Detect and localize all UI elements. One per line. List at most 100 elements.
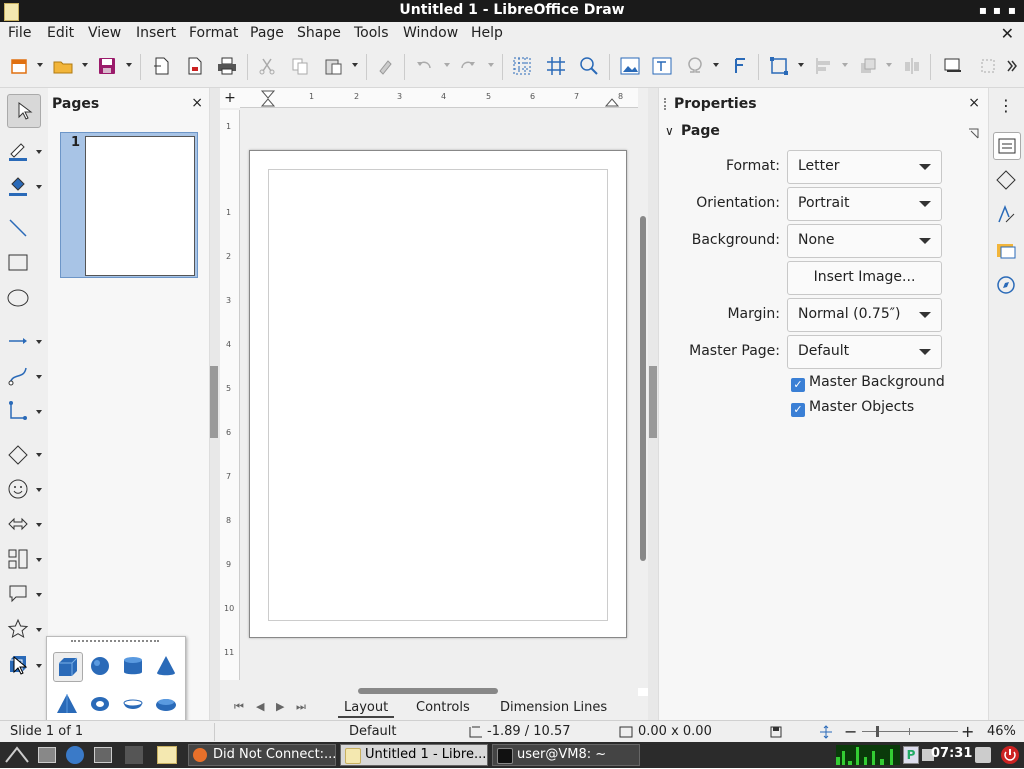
helplines-icon[interactable] <box>545 55 567 77</box>
last-tab-icon[interactable]: ⏭ <box>296 700 306 714</box>
insert-image-icon[interactable] <box>619 55 641 77</box>
prev-tab-icon[interactable]: ◀ <box>256 700 264 713</box>
zoom-slider-handle[interactable] <box>876 726 879 737</box>
horizontal-ruler[interactable]: 1 2 3 4 5 6 7 8 <box>240 88 638 108</box>
tab-dimension-lines[interactable]: Dimension Lines <box>500 700 607 715</box>
vertical-scrollbar[interactable] <box>638 88 648 688</box>
menu-window[interactable]: Window <box>403 25 458 41</box>
line-color-icon[interactable] <box>5 138 31 164</box>
torus-icon[interactable] <box>86 690 114 718</box>
zoom-in-icon[interactable]: + <box>961 722 974 741</box>
file-manager-icon[interactable] <box>38 747 56 763</box>
power-icon[interactable] <box>1001 746 1019 764</box>
margin-dropdown[interactable]: Normal (0.75″) <box>787 298 942 332</box>
crop-icon[interactable] <box>977 55 999 77</box>
connector-tool-icon[interactable] <box>5 398 31 424</box>
grid-icon[interactable] <box>511 55 533 77</box>
properties-close-icon[interactable]: × <box>968 95 980 111</box>
show-desktop-icon[interactable] <box>94 747 112 763</box>
package-updater-icon[interactable]: P <box>903 746 919 764</box>
menu-format[interactable]: Format <box>189 25 238 41</box>
master-background-checkbox[interactable]: ✓ Master Background <box>791 374 945 392</box>
export-pdf-icon[interactable] <box>183 55 205 77</box>
save-icon[interactable] <box>96 55 118 77</box>
drawing-page[interactable] <box>249 150 627 638</box>
zoom-out-icon[interactable]: − <box>844 722 857 741</box>
close-window-button[interactable]: ▪ <box>1004 1 1020 19</box>
right-panel-splitter[interactable] <box>648 88 658 720</box>
section-collapse-icon[interactable]: ∨ <box>665 124 674 138</box>
properties-grip[interactable] <box>664 98 668 110</box>
redo-icon[interactable] <box>457 55 479 77</box>
line-tool-icon[interactable] <box>5 215 31 241</box>
close-document-icon[interactable]: ✕ <box>1001 24 1014 43</box>
menu-view[interactable]: View <box>88 25 121 41</box>
vertical-scroll-thumb[interactable] <box>640 216 646 561</box>
sidebar-menu-icon[interactable]: ⋮ <box>993 92 1019 118</box>
properties-deck-icon[interactable] <box>993 132 1021 160</box>
left-splitter-handle[interactable] <box>210 366 218 438</box>
clone-formatting-icon[interactable] <box>374 55 396 77</box>
master-slide-name[interactable]: Default <box>349 724 397 739</box>
start-menu-icon[interactable] <box>4 746 30 764</box>
shell-icon[interactable] <box>119 690 147 718</box>
cone-icon[interactable] <box>152 652 180 680</box>
more-toolbar-icon[interactable] <box>1004 55 1020 77</box>
block-arrows-icon[interactable] <box>5 511 31 537</box>
new-document-icon[interactable] <box>8 55 30 77</box>
zoom-pan-icon[interactable] <box>578 55 600 77</box>
cube-icon[interactable] <box>53 652 83 682</box>
special-character-icon[interactable] <box>684 55 706 77</box>
document-modified-icon[interactable] <box>770 726 782 738</box>
next-tab-icon[interactable]: ▶ <box>276 700 284 713</box>
transformations-icon[interactable] <box>768 55 790 77</box>
browser-launcher-icon[interactable] <box>66 746 84 764</box>
terminal-launcher-icon[interactable] <box>125 746 143 764</box>
fit-page-icon[interactable] <box>819 725 833 739</box>
more-options-icon[interactable] <box>968 128 980 140</box>
taskbar-item-draw[interactable]: Untitled 1 - Libre... <box>340 744 488 766</box>
volume-icon[interactable] <box>975 747 991 763</box>
shapes-deck-icon[interactable] <box>993 167 1019 193</box>
page-section-title[interactable]: Page <box>681 123 720 139</box>
ruler-origin-icon[interactable]: + <box>220 88 240 108</box>
callout-shapes-icon[interactable] <box>5 581 31 607</box>
format-dropdown[interactable]: Letter <box>787 150 942 184</box>
navigator-deck-icon[interactable] <box>993 272 1019 298</box>
insert-textbox-icon[interactable] <box>651 55 673 77</box>
export-icon[interactable] <box>150 55 172 77</box>
cut-icon[interactable] <box>256 55 278 77</box>
page-thumbnail[interactable]: 1 <box>60 132 198 278</box>
tab-layout[interactable]: Layout <box>338 700 395 718</box>
horizontal-scrollbar[interactable] <box>220 686 638 696</box>
styles-deck-icon[interactable] <box>993 202 1019 228</box>
shadow-icon[interactable] <box>942 55 964 77</box>
rectangle-tool-icon[interactable] <box>5 250 31 276</box>
stars-icon[interactable] <box>5 616 31 642</box>
vertical-ruler[interactable]: 1 1 2 3 4 5 6 7 8 9 10 11 <box>220 110 240 680</box>
ellipse-tool-icon[interactable] <box>5 285 31 311</box>
menu-shape[interactable]: Shape <box>297 25 341 41</box>
basic-shapes-icon[interactable] <box>5 442 31 468</box>
half-sphere-icon[interactable] <box>152 690 180 718</box>
flowchart-icon[interactable] <box>5 546 31 572</box>
cylinder-icon[interactable] <box>119 652 147 680</box>
distribute-icon[interactable] <box>901 55 923 77</box>
tab-controls[interactable]: Controls <box>416 700 470 715</box>
master-objects-checkbox[interactable]: ✓ Master Objects <box>791 399 914 417</box>
menu-insert[interactable]: Insert <box>136 25 176 41</box>
maximize-button[interactable]: ▪ <box>989 1 1005 19</box>
menu-help[interactable]: Help <box>471 25 503 41</box>
orientation-dropdown[interactable]: Portrait <box>787 187 942 221</box>
first-tab-icon[interactable]: ⏮ <box>234 700 244 714</box>
right-splitter-handle[interactable] <box>649 366 657 438</box>
copy-icon[interactable] <box>289 55 311 77</box>
fontwork-icon[interactable] <box>729 55 751 77</box>
taskbar-item-terminal[interactable]: user@VM8: ~ <box>492 744 640 766</box>
clock[interactable]: 07:31 <box>931 746 972 761</box>
fill-color-icon[interactable] <box>5 173 31 199</box>
symbol-shapes-icon[interactable] <box>5 476 31 502</box>
master-page-dropdown[interactable]: Default <box>787 335 942 369</box>
insert-image-button[interactable]: Insert Image... <box>787 261 942 295</box>
popup-drag-handle[interactable] <box>71 640 159 644</box>
